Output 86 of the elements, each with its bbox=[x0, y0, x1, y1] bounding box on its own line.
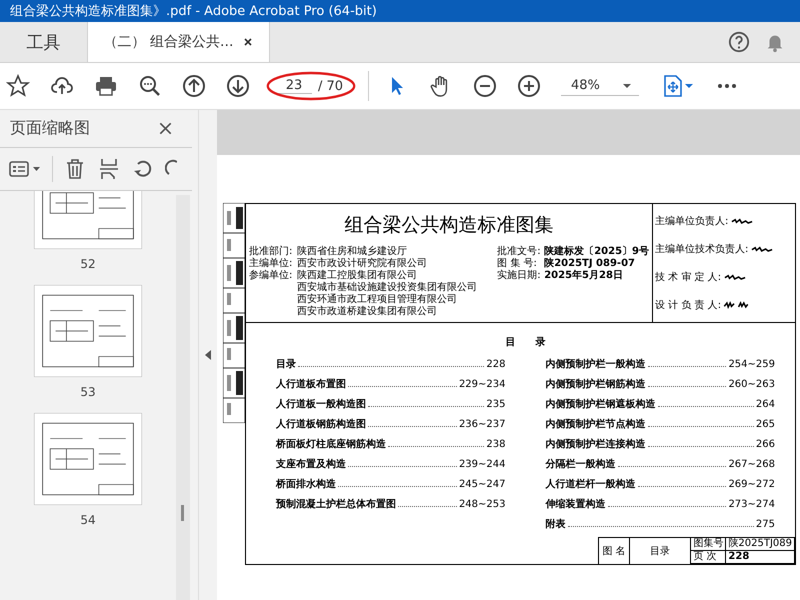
page-range: 254~259 bbox=[728, 359, 775, 370]
contents-entry: 人行道板布置图 bbox=[276, 378, 346, 391]
arrow-up-icon[interactable] bbox=[182, 74, 206, 98]
contents-entry: 内侧预制护栏节点构造 bbox=[546, 417, 646, 431]
page-range: 264 bbox=[756, 399, 775, 410]
scrollbar[interactable] bbox=[176, 195, 190, 600]
page-range: 238 bbox=[486, 439, 506, 450]
collapse-arrow-icon[interactable] bbox=[205, 350, 211, 360]
title-block-label: 页 次 bbox=[691, 551, 726, 564]
page-range: 248~253 bbox=[458, 499, 506, 510]
info-value: 陕西建工控股集团有限公司 bbox=[297, 270, 417, 282]
close-icon[interactable] bbox=[159, 122, 172, 135]
info-value: 西安市政道桥建设集团有限公司 bbox=[297, 306, 437, 318]
print-icon[interactable] bbox=[94, 74, 118, 98]
contents-entry: 内侧预制护栏一般构造 bbox=[546, 357, 646, 371]
info-label: 主编单位: bbox=[249, 258, 294, 270]
contents-entry: 伸缩装置构造 bbox=[546, 498, 606, 511]
signer-label: 技 术 审 定 人: bbox=[655, 270, 722, 284]
page-range: 267~268 bbox=[728, 459, 775, 470]
contents-entry: 内侧预制护栏钢遮板构造 bbox=[546, 397, 656, 411]
page-number-field[interactable]: 23 bbox=[276, 78, 312, 94]
title-block-name: 目录 bbox=[630, 538, 692, 564]
page-range: 235 bbox=[486, 399, 506, 410]
minus-circle-icon[interactable] bbox=[473, 74, 497, 98]
page-total: / 70 bbox=[318, 78, 344, 94]
page-thumbnail[interactable] bbox=[34, 285, 142, 377]
info-value: 西安环通市政工程项目管理有限公司 bbox=[297, 294, 457, 306]
page-range: 265 bbox=[756, 419, 775, 430]
document-title: 组合梁公共构造标准图集 bbox=[344, 213, 554, 238]
contents-entry: 内侧预制护栏钢筋构造 bbox=[546, 377, 646, 391]
contents-entry: 支座布置及构造 bbox=[276, 457, 346, 471]
info-label: 图 集 号: bbox=[497, 258, 538, 270]
signature-drawing bbox=[723, 300, 750, 310]
tab[interactable]: （二） 组合梁公共... bbox=[88, 22, 270, 62]
close-icon[interactable] bbox=[243, 37, 254, 47]
page-range: 229~234 bbox=[458, 379, 506, 390]
page-range: 236~237 bbox=[458, 419, 506, 430]
signer-label: 设 计 负 责 人: bbox=[655, 298, 722, 312]
contents-entry: 分隔栏一般构造 bbox=[546, 458, 616, 471]
title-block-label: 图 名 bbox=[599, 538, 630, 564]
help-icon[interactable] bbox=[728, 31, 750, 53]
page-range: 269~272 bbox=[728, 479, 775, 490]
plus-circle-icon[interactable] bbox=[517, 74, 541, 98]
page-number-label: 53 bbox=[80, 385, 96, 399]
info-value: 陕2025TJ 089-07 bbox=[544, 258, 635, 270]
page-range: 275 bbox=[756, 519, 775, 530]
window-title: 组合梁公共构造标准图集》.pdf - Adobe Acrobat Pro (64-bit) bbox=[10, 3, 377, 20]
title-block-label: 图集号 bbox=[691, 538, 726, 551]
page-range: 266 bbox=[756, 439, 775, 450]
info-label: 批准文号: bbox=[497, 246, 542, 258]
contents-entry: 附表 bbox=[546, 518, 566, 531]
page-range: 260~263 bbox=[728, 379, 775, 390]
page-thumbnail[interactable] bbox=[34, 413, 142, 505]
info-value: 陕建标发〔2025〕9号 bbox=[544, 246, 649, 258]
contents-entry: 人行道栏杆一般构造 bbox=[546, 478, 636, 491]
page-range: 245~247 bbox=[458, 479, 506, 490]
info-value: 2025年5月28日 bbox=[544, 270, 623, 282]
contents-entry: 桥面排水构造 bbox=[276, 478, 336, 491]
info-label: 参编单位: bbox=[249, 270, 294, 282]
signer-label: 主编单位负责人: bbox=[655, 214, 728, 228]
info-label: 批准部门: bbox=[249, 246, 294, 258]
panel-title: 页面缩略图 bbox=[10, 118, 90, 139]
contents-entry: 桥面板灯柱底座钢筋构造 bbox=[276, 437, 386, 451]
page-range: 273~274 bbox=[728, 499, 775, 510]
atlas-number: 陕2025TJ089 bbox=[726, 538, 795, 551]
page-number: 228 bbox=[726, 551, 795, 564]
signer-label: 主编单位技术负责人: bbox=[655, 242, 748, 256]
zoom-dropdown[interactable]: 48% bbox=[561, 76, 639, 96]
page-number-label: 54 bbox=[80, 513, 96, 527]
contents-entry: 目录 bbox=[276, 358, 296, 371]
page-range: 239~244 bbox=[458, 459, 506, 470]
page-number-label: 52 bbox=[80, 257, 96, 271]
arrow-down-icon[interactable] bbox=[226, 74, 250, 98]
info-value: 西安市政设计研究院有限公司 bbox=[297, 258, 427, 270]
contents-entry: 预制混凝土护栏总体布置图 bbox=[276, 497, 396, 511]
contents-heading: 目 录 bbox=[504, 336, 546, 349]
star-icon[interactable] bbox=[6, 74, 30, 98]
contents-entry: 人行道板钢筋构造图 bbox=[276, 418, 366, 431]
page-fit-icon[interactable] bbox=[661, 74, 695, 98]
info-label: 实施日期: bbox=[497, 270, 542, 282]
contents-entry: 人行道板一般构造图 bbox=[276, 398, 366, 411]
info-value: 西安城市基础设施建设投资集团有限公司 bbox=[297, 282, 477, 294]
page-range: 228 bbox=[486, 359, 506, 370]
contents-entry: 内侧预制护栏连接构造 bbox=[546, 437, 646, 451]
info-value: 陕西省住房和城乡建设厅 bbox=[297, 246, 407, 258]
caret-icon bbox=[622, 82, 632, 88]
